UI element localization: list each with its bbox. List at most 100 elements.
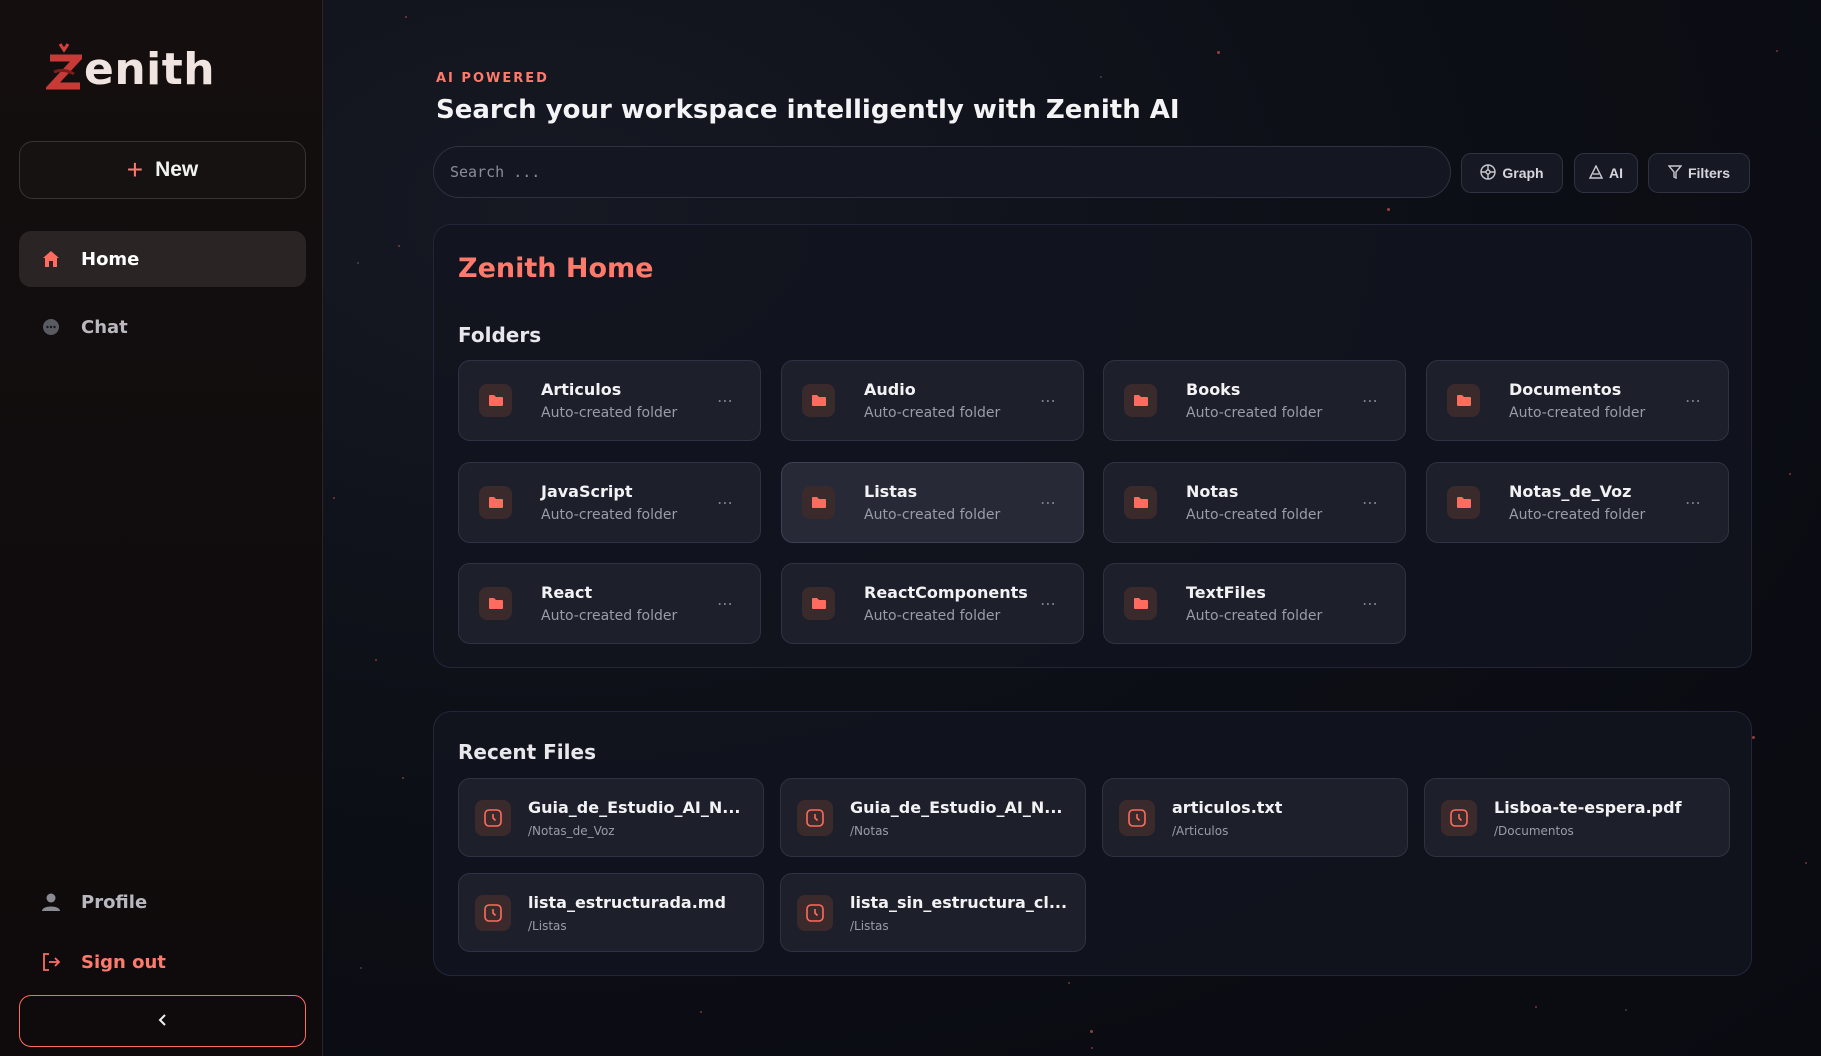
file-path: /Articulos (1172, 823, 1229, 838)
sidebar-item-label: Profile (81, 891, 148, 913)
recent-file-card[interactable]: Guia_de_Estudio_AI_N... /Notas (780, 778, 1086, 857)
file-path: /Listas (850, 918, 889, 933)
search-input[interactable] (450, 163, 1450, 181)
recent-file-card[interactable]: lista_estructurada.md/Listas (458, 873, 764, 952)
ai-button-label: AI (1609, 165, 1623, 181)
folder-icon (1124, 384, 1157, 417)
ai-button[interactable]: AI (1574, 153, 1638, 193)
folder-card[interactable]: Notas Auto-created folder ⋯ (1103, 462, 1406, 543)
filter-icon (1667, 164, 1683, 182)
graph-button[interactable]: Graph (1461, 153, 1563, 193)
folder-card[interactable]: Notas_de_Voz Auto-created folder ⋯ (1426, 462, 1729, 543)
zenith-logo[interactable]: enith (43, 42, 216, 95)
more-horizontal-icon[interactable]: ⋯ (717, 493, 734, 512)
sidebar-item-home[interactable]: Home (19, 231, 306, 287)
collapse-sidebar-button[interactable] (19, 995, 306, 1047)
folder-name: Listas (864, 482, 918, 501)
folder-card[interactable]: Books Auto-created folder ⋯ (1103, 360, 1406, 441)
folder-card[interactable]: Audio Auto-created folder ⋯ (781, 360, 1084, 441)
folder-subtitle: Auto-created folder (864, 405, 1001, 421)
plus-icon: + (126, 154, 144, 185)
folder-card[interactable]: JavaScript Auto-created folder ⋯ (458, 462, 761, 543)
recent-file-card[interactable]: Lisboa-te-espera.pdf/Documentos (1424, 778, 1730, 857)
folder-card[interactable]: Articulos Auto-created folder ⋯ (458, 360, 761, 441)
more-horizontal-icon[interactable]: ⋯ (1362, 594, 1379, 613)
file-path: /Documentos (1494, 823, 1574, 838)
folder-icon (802, 587, 835, 620)
clock-icon (797, 799, 833, 836)
folder-icon (1124, 486, 1157, 519)
new-button-label: New (155, 158, 199, 181)
folder-subtitle: Auto-created folder (1186, 608, 1323, 624)
more-horizontal-icon[interactable]: ⋯ (717, 594, 734, 613)
sidebar-item-chat[interactable]: Chat (19, 299, 306, 355)
clock-icon (1441, 799, 1477, 836)
folder-name: TextFiles (1186, 583, 1266, 602)
sidebar-item-profile[interactable]: Profile (19, 874, 306, 930)
more-horizontal-icon[interactable]: ⋯ (1040, 594, 1057, 613)
folder-subtitle: Auto-created folder (864, 507, 1001, 523)
folder-card[interactable]: Documentos Auto-created folder ⋯ (1426, 360, 1729, 441)
folder-name: JavaScript (541, 482, 633, 501)
folder-name: Audio (864, 380, 916, 399)
file-path: /Notas (850, 823, 889, 838)
folder-subtitle: Auto-created folder (541, 405, 678, 421)
folder-card[interactable]: Listas Auto-created folder ⋯ (781, 462, 1084, 543)
folder-subtitle: Auto-created folder (1186, 507, 1323, 523)
folder-subtitle: Auto-created folder (1186, 405, 1323, 421)
folder-card[interactable]: React Auto-created folder ⋯ (458, 563, 761, 644)
folder-card[interactable]: ReactComponents Auto-created folder ⋯ (781, 563, 1084, 644)
file-name: Lisboa-te-espera.pdf (1494, 797, 1682, 817)
folder-icon (1124, 587, 1157, 620)
recent-file-card[interactable]: Guia_de_Estudio_AI_N... /Notas_de_Voz (458, 778, 764, 857)
sign-out-button[interactable]: Sign out (19, 934, 306, 990)
logout-icon (41, 952, 61, 972)
file-name: articulos.txt (1172, 797, 1283, 817)
folder-name: Articulos (541, 380, 622, 399)
zenith-z-mark-icon (43, 42, 87, 92)
graph-button-label: Graph (1502, 165, 1544, 181)
folder-icon (479, 384, 512, 417)
chevron-left-icon (157, 1013, 169, 1030)
sidebar: enith + New Home Chat Profile Sign out (0, 0, 323, 1056)
folder-icon (1447, 384, 1480, 417)
folder-name: ReactComponents (864, 583, 1028, 602)
filters-button[interactable]: Filters (1648, 153, 1750, 193)
folder-icon (802, 384, 835, 417)
file-path: /Listas (528, 918, 567, 933)
clock-icon (475, 894, 511, 931)
recent-files-panel: Recent Files Guia_de_Estudio_AI_N... /Not… (433, 711, 1752, 976)
file-path: /Notas_de_Voz (528, 823, 615, 838)
folder-name: Documentos (1509, 380, 1622, 399)
folder-card[interactable]: TextFiles Auto-created folder ⋯ (1103, 563, 1406, 644)
folder-name: Books (1186, 380, 1241, 399)
clock-icon (475, 799, 511, 836)
sidebar-item-label: Home (81, 248, 140, 270)
sidebar-item-label: Sign out (81, 951, 166, 973)
logo-text: enith (84, 44, 216, 95)
page-title: Search your workspace intelligently with… (436, 95, 1180, 125)
folder-icon (1447, 486, 1480, 519)
more-horizontal-icon[interactable]: ⋯ (1362, 391, 1379, 410)
folder-icon (479, 486, 512, 519)
file-name: Guia_de_Estudio_AI_N... (850, 797, 1063, 817)
clock-icon (797, 894, 833, 931)
more-horizontal-icon[interactable]: ⋯ (1040, 493, 1057, 512)
home-title: Zenith Home (458, 253, 654, 284)
recent-file-card[interactable]: lista_sin_estructura_cl... /Listas (780, 873, 1086, 952)
more-horizontal-icon[interactable]: ⋯ (1040, 391, 1057, 410)
sidebar-item-label: Chat (81, 316, 128, 338)
recent-file-card[interactable]: articulos.txt/Articulos (1102, 778, 1408, 857)
folders-heading: Folders (458, 323, 542, 347)
graph-icon (1480, 163, 1497, 183)
main-content: AI POWERED Search your workspace intelli… (323, 0, 1821, 1056)
more-horizontal-icon[interactable]: ⋯ (1362, 493, 1379, 512)
more-horizontal-icon[interactable]: ⋯ (1685, 391, 1702, 410)
file-name: lista_estructurada.md (528, 892, 726, 912)
folder-subtitle: Auto-created folder (541, 608, 678, 624)
search-bar[interactable] (433, 146, 1451, 198)
folder-icon (802, 486, 835, 519)
new-button[interactable]: + New (19, 141, 306, 199)
more-horizontal-icon[interactable]: ⋯ (717, 391, 734, 410)
more-horizontal-icon[interactable]: ⋯ (1685, 493, 1702, 512)
